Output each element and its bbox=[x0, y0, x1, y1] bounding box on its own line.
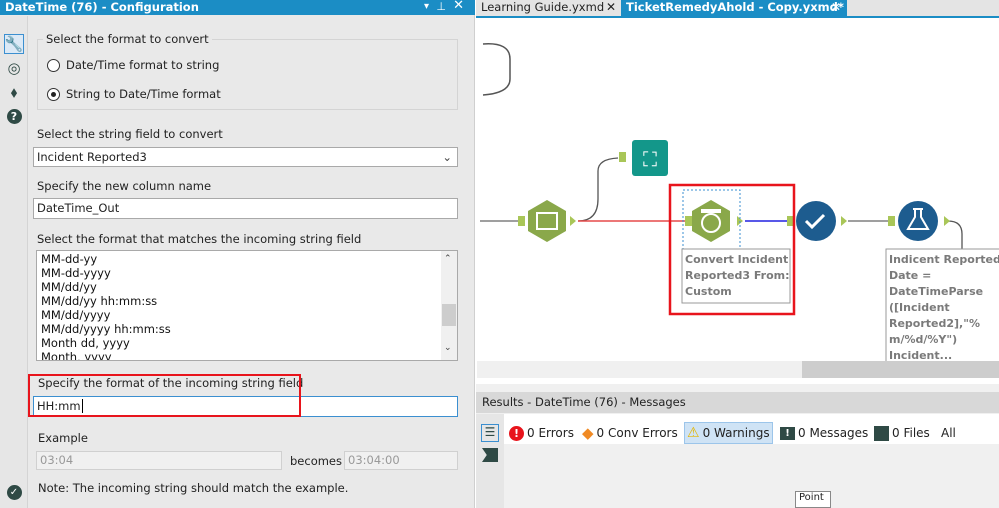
new-column-input[interactable]: DateTime_Out bbox=[33, 198, 458, 219]
list-item[interactable]: MM/dd/yy hh:mm:ss bbox=[37, 294, 457, 308]
tooltip: Point bbox=[795, 491, 831, 508]
connection-line bbox=[482, 43, 511, 96]
all-button[interactable]: All bbox=[939, 422, 958, 444]
scroll-thumb[interactable] bbox=[442, 304, 456, 326]
wrench-icon[interactable]: 🔧 bbox=[4, 34, 24, 54]
config-sidebar: 🔧 ◎ ⬧ ? ✓ bbox=[0, 16, 28, 508]
messages-button[interactable]: ! 0 Messages bbox=[778, 422, 870, 444]
errors-label: 0 Errors bbox=[527, 426, 574, 440]
example-output: 03:04:00 bbox=[344, 451, 458, 470]
radio-datetime-to-string[interactable]: Date/Time format to string bbox=[47, 58, 219, 72]
string-field-value: Incident Reported3 bbox=[37, 150, 147, 164]
becomes-label: becomes bbox=[290, 454, 343, 468]
list-item[interactable]: MM-dd-yy bbox=[37, 252, 457, 266]
scroll-down-icon[interactable]: ⌄ bbox=[444, 343, 452, 353]
list-icon[interactable]: ☰ bbox=[481, 424, 499, 442]
warning-icon: ⚠ bbox=[687, 425, 700, 441]
navigate-icon[interactable]: ◎ bbox=[4, 58, 24, 78]
example-input: 03:04 bbox=[36, 451, 282, 470]
close-icon[interactable]: ✕ bbox=[606, 0, 616, 15]
radio-label: Date/Time format to string bbox=[66, 58, 220, 72]
document-tabs: Learning Guide.yxmd ✕ TicketRemedyAhold -… bbox=[476, 0, 999, 18]
list-item[interactable]: Month dd, yyyy bbox=[37, 336, 457, 350]
list-item[interactable]: MM-dd-yyyy bbox=[37, 266, 457, 280]
note-text: Note: The incoming string should match t… bbox=[38, 481, 349, 495]
tab-label: TicketRemedyAhold - Copy.yxmd* bbox=[626, 0, 844, 14]
warnings-button[interactable]: ⚠ 0 Warnings bbox=[684, 422, 773, 444]
formula-tool-icon bbox=[898, 201, 938, 241]
list-item[interactable]: MM/dd/yy bbox=[37, 280, 457, 294]
browse-tool-icon: ⛶ bbox=[632, 140, 668, 176]
datetime-tool-icon bbox=[692, 200, 730, 242]
list-item[interactable]: MM/dd/yyyy bbox=[37, 308, 457, 322]
radio-button[interactable] bbox=[47, 58, 60, 72]
close-icon[interactable]: ✕ bbox=[453, 0, 464, 13]
test-tool-icon bbox=[796, 201, 836, 241]
check-icon: ✓ bbox=[4, 482, 24, 502]
tab-learning-guide[interactable]: Learning Guide.yxmd ✕ bbox=[476, 0, 620, 16]
format-list-label: Select the format that matches the incom… bbox=[37, 232, 362, 246]
highlight-box bbox=[28, 374, 301, 417]
string-field-select[interactable]: Incident Reported3 ⌄ bbox=[33, 147, 458, 167]
list-item[interactable]: Month, yyyy bbox=[37, 350, 457, 360]
flag-icon[interactable] bbox=[482, 448, 498, 462]
configuration-panel: DateTime (76) - Configuration ▾ ⊥ ✕ 🔧 ◎ … bbox=[0, 0, 475, 508]
conv-errors-label: 0 Conv Errors bbox=[596, 426, 678, 440]
radio-button[interactable] bbox=[47, 87, 60, 101]
tab-ticket-remedy[interactable]: TicketRemedyAhold - Copy.yxmd* ✕ bbox=[621, 0, 847, 16]
errors-button[interactable]: ! 0 Errors bbox=[507, 422, 576, 444]
scroll-thumb[interactable] bbox=[802, 361, 999, 378]
conv-error-icon: ◆ bbox=[582, 424, 594, 442]
chevron-down-icon: ⌄ bbox=[442, 150, 452, 164]
anchors bbox=[518, 152, 950, 226]
svg-text:⛶: ⛶ bbox=[642, 147, 658, 171]
workflow-canvas[interactable]: ⛶ Convert Incident Reported3 From: Custo… bbox=[477, 19, 999, 379]
canvas-horizontal-scrollbar[interactable] bbox=[477, 361, 999, 378]
save-icon bbox=[874, 425, 889, 441]
panel-title: DateTime (76) - Configuration bbox=[0, 0, 475, 15]
select-tool-icon bbox=[528, 200, 566, 242]
radio-string-to-datetime[interactable]: String to Date/Time format bbox=[47, 87, 221, 101]
list-item[interactable]: MM/dd/yyyy hh:mm:ss bbox=[37, 322, 457, 336]
error-icon: ! bbox=[509, 425, 524, 441]
format-group-label: Select the format to convert bbox=[43, 32, 212, 46]
close-icon[interactable]: ✕ bbox=[831, 0, 841, 15]
connection-line bbox=[577, 157, 619, 222]
string-field-label: Select the string field to convert bbox=[37, 127, 223, 141]
tab-label: Learning Guide.yxmd bbox=[481, 0, 605, 14]
warnings-label: 0 Warnings bbox=[702, 426, 770, 440]
new-column-label: Specify the new column name bbox=[37, 179, 212, 193]
results-panel: Results - DateTime (76) - Messages ☰ ! 0 … bbox=[476, 384, 999, 508]
list-scrollbar[interactable]: ⌃ ⌄ bbox=[441, 251, 457, 360]
files-label: 0 Files bbox=[892, 426, 930, 440]
files-button[interactable]: 0 Files bbox=[872, 422, 932, 444]
message-icon: ! bbox=[780, 426, 795, 440]
example-label: Example bbox=[38, 431, 88, 445]
pin-icon[interactable]: ⊥ bbox=[436, 0, 446, 14]
messages-label: 0 Messages bbox=[798, 426, 869, 440]
scroll-up-icon[interactable]: ⌃ bbox=[444, 254, 452, 264]
results-sidebar: ☰ bbox=[476, 414, 504, 508]
help-icon[interactable]: ? bbox=[4, 106, 24, 126]
conv-errors-button[interactable]: ◆ 0 Conv Errors bbox=[580, 422, 680, 444]
radio-label: String to Date/Time format bbox=[66, 87, 221, 101]
results-title: Results - DateTime (76) - Messages bbox=[476, 392, 999, 413]
dropdown-icon[interactable]: ▾ bbox=[424, 0, 429, 14]
tag-icon[interactable]: ⬧ bbox=[4, 82, 24, 102]
format-listbox[interactable]: MM-dd-yy MM-dd-yyyy MM/dd/yy MM/dd/yy hh… bbox=[36, 250, 458, 361]
